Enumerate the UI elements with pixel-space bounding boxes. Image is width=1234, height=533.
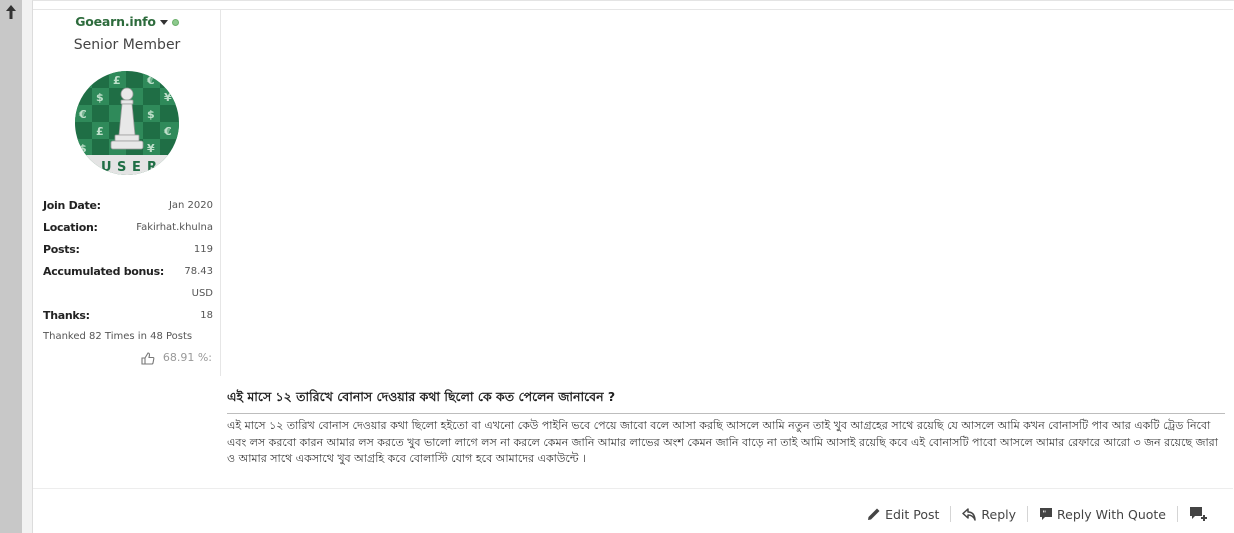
stat-join-date: Join Date: Jan 2020 xyxy=(43,198,213,220)
stat-bonus-currency: USD xyxy=(43,286,213,308)
svg-text:€: € xyxy=(78,108,87,121)
stat-location: Location: Fakirhat.khulna xyxy=(43,220,213,242)
stat-value: Jan 2020 xyxy=(168,200,213,211)
svg-text:E: E xyxy=(132,160,141,175)
title-divider xyxy=(227,413,1225,414)
percent-value: 68.91 %: xyxy=(162,351,212,364)
thumbs-up-icon xyxy=(141,351,155,365)
up-arrow-icon[interactable] xyxy=(5,4,17,20)
stat-label: Thanks: xyxy=(43,309,90,322)
avatar[interactable]: ¥ £ € $ ¥ € $ £ € $ ¥ USER xyxy=(75,71,179,175)
reply-with-quote-label[interactable]: Reply With Quote xyxy=(1057,507,1166,522)
reply-label[interactable]: Reply xyxy=(981,507,1016,522)
svg-text:U: U xyxy=(101,160,112,175)
svg-text:R: R xyxy=(147,160,157,175)
caret-down-icon[interactable] xyxy=(159,20,168,25)
rail-gap xyxy=(22,0,32,533)
stat-accumulated-bonus: Accumulated bonus: 78.43 xyxy=(43,264,213,286)
svg-text:€: € xyxy=(146,74,155,87)
avatar-image: ¥ £ € $ ¥ € $ £ € $ ¥ USER xyxy=(75,71,179,175)
reputation-percent: 68.91 %: xyxy=(141,351,212,365)
svg-text:£: £ xyxy=(113,74,121,87)
edit-post-button[interactable]: Edit Post xyxy=(856,507,950,522)
stat-value: 18 xyxy=(200,310,213,321)
svg-text:$: $ xyxy=(147,108,155,121)
stat-label: Posts: xyxy=(43,243,80,256)
username[interactable]: Goearn.info xyxy=(75,14,156,29)
stat-value: 119 xyxy=(193,244,213,255)
thanked-count: Thanked 82 Times in 48 Posts xyxy=(43,331,193,342)
user-stats: Join Date: Jan 2020 Location: Fakirhat.k… xyxy=(43,198,213,330)
svg-text:¥: ¥ xyxy=(164,91,172,104)
svg-text:¥: ¥ xyxy=(147,142,155,155)
svg-text:S: S xyxy=(117,160,126,175)
stat-label: Location: xyxy=(43,221,98,234)
user-title: Senior Member xyxy=(73,37,181,53)
svg-text:": " xyxy=(1043,510,1047,518)
reply-icon xyxy=(962,507,977,521)
svg-text:€: € xyxy=(163,125,172,138)
footer-divider xyxy=(33,488,1233,489)
stat-value: Fakirhat.khulna xyxy=(136,222,213,233)
online-status-icon xyxy=(171,19,179,26)
svg-text:¥: ¥ xyxy=(79,74,87,87)
stat-value: 78.43 xyxy=(184,266,213,277)
left-rail xyxy=(0,0,22,533)
username-link[interactable]: Goearn.info xyxy=(33,14,221,29)
post-title: এই মাসে ১২ তারিখে বোনাস দেওয়ার কথা ছিলো… xyxy=(227,389,616,404)
svg-text:$: $ xyxy=(96,91,104,104)
stat-value: USD xyxy=(191,288,213,299)
reply-button[interactable]: Reply xyxy=(951,507,1027,522)
post-container: Goearn.info Senior Member ¥ £ € $ ¥ € $ £ € xyxy=(32,0,1234,533)
post-body: এই মাসে ১২ তারিখ বোনাস দেওয়ার কথা ছিলো … xyxy=(227,419,1218,465)
stat-label: Accumulated bonus: xyxy=(43,265,164,278)
stat-posts: Posts: 119 xyxy=(43,242,213,264)
quote-icon: " xyxy=(1040,508,1053,520)
post-actions: Edit Post Reply " Reply With Quote xyxy=(856,506,1224,522)
stat-thanks: Thanks: 18 xyxy=(43,308,213,330)
svg-text:£: £ xyxy=(96,125,104,138)
pencil-icon xyxy=(868,508,880,520)
multiquote-button[interactable] xyxy=(1178,506,1224,522)
edit-post-label[interactable]: Edit Post xyxy=(885,507,939,522)
multiquote-icon xyxy=(1190,507,1207,521)
user-info-panel: Goearn.info Senior Member ¥ £ € $ ¥ € $ £ € xyxy=(33,10,221,376)
svg-text:$: $ xyxy=(79,142,87,155)
stat-label: Join Date: xyxy=(43,199,101,212)
reply-with-quote-button[interactable]: " Reply With Quote xyxy=(1028,507,1177,522)
